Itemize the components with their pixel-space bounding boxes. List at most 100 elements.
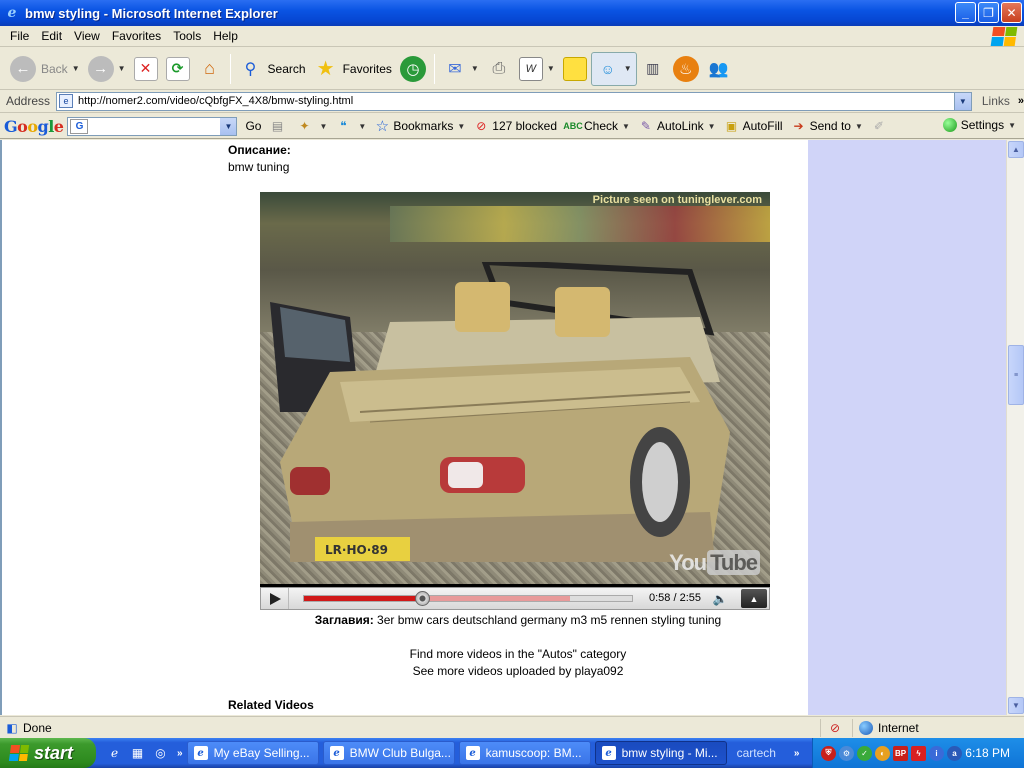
- messenger-button[interactable]: ☺ ▼: [590, 51, 637, 86]
- minimize-button[interactable]: _: [955, 2, 976, 23]
- quicklaunch-browser-icon[interactable]: ◎: [152, 745, 169, 762]
- address-dropdown-icon[interactable]: ▼: [953, 92, 971, 110]
- maximize-button[interactable]: ❐: [978, 2, 999, 23]
- google-news-button[interactable]: ▤: [269, 118, 288, 134]
- video-frame[interactable]: LR·HO·89 Picture seen on tuninglever.com…: [260, 192, 770, 584]
- links-label[interactable]: Links: [982, 94, 1010, 108]
- check-dropdown-icon[interactable]: ▼: [622, 122, 630, 131]
- menu-help[interactable]: Help: [207, 27, 244, 45]
- search-button[interactable]: ⚲ Search: [235, 52, 310, 86]
- tray-bp-icon[interactable]: BP: [893, 745, 908, 761]
- taskbar-item-bmw-styling[interactable]: e bmw styling - Mi...: [594, 741, 727, 765]
- scrollbar-thumb[interactable]: ≡: [1008, 345, 1024, 405]
- zone-label: Internet: [878, 720, 919, 735]
- mail-button[interactable]: ✉ ▼: [439, 52, 483, 86]
- taskbar-toolbar-label[interactable]: cartech: [737, 746, 776, 760]
- title-bar[interactable]: e bmw styling - Microsoft Internet Explo…: [0, 0, 1024, 26]
- google-settings-button[interactable]: Settings ▼: [942, 118, 1016, 132]
- google-search-input[interactable]: G ▼: [67, 116, 238, 136]
- video-progress-bar[interactable]: [303, 591, 633, 606]
- tray-network-icon[interactable]: ⚙: [839, 745, 854, 761]
- blocked-count: 127 blocked: [492, 119, 557, 133]
- tray-messenger-icon[interactable]: a: [947, 745, 962, 761]
- research-button[interactable]: ▥: [637, 52, 669, 86]
- tray-check-icon[interactable]: ✓: [857, 745, 872, 761]
- stop-button[interactable]: ✕: [130, 52, 162, 86]
- more-user-link[interactable]: See more videos uploaded by playa092: [228, 664, 808, 678]
- mail-dropdown-icon[interactable]: ▼: [471, 64, 479, 73]
- autolink-dropdown-icon[interactable]: ▼: [708, 122, 716, 131]
- privacy-segment[interactable]: ⊘: [820, 718, 852, 737]
- google-chat-button[interactable]: ❝ ▼: [335, 118, 366, 134]
- quicklaunch-chevron-icon[interactable]: »: [177, 748, 183, 759]
- video-progress-played: [304, 596, 423, 601]
- forward-button[interactable]: → ▼: [84, 52, 130, 86]
- back-dropdown-icon[interactable]: ▼: [72, 64, 80, 73]
- notes-button[interactable]: [559, 52, 591, 86]
- autofill-button[interactable]: ▣ AutoFill: [724, 118, 783, 134]
- menu-edit[interactable]: Edit: [35, 27, 68, 45]
- sendto-dropdown-icon[interactable]: ▼: [855, 122, 863, 131]
- expand-player-button[interactable]: ▲: [741, 589, 767, 608]
- security-zone[interactable]: Internet: [852, 718, 997, 737]
- google-search-dropdown-icon[interactable]: ▼: [220, 117, 237, 135]
- menu-file[interactable]: File: [4, 27, 35, 45]
- video-player[interactable]: LR·HO·89 Picture seen on tuninglever.com…: [260, 192, 770, 610]
- highlight-button[interactable]: ✐: [871, 118, 890, 134]
- description-value: bmw tuning: [228, 160, 290, 174]
- word-document-icon: W: [518, 56, 543, 81]
- vertical-scrollbar[interactable]: ▲ ≡ ▼: [1006, 140, 1024, 715]
- taskbar-item-ebay[interactable]: e My eBay Selling...: [186, 741, 319, 765]
- links-chevron-icon[interactable]: »: [1018, 95, 1024, 107]
- puzzle-dropdown-icon[interactable]: ▼: [319, 122, 327, 131]
- google-logo[interactable]: Google: [4, 117, 64, 136]
- more-category-link[interactable]: Find more videos in the "Autos" category: [228, 647, 808, 661]
- tray-info-icon[interactable]: i: [929, 745, 944, 761]
- google-puzzle-button[interactable]: ✦ ▼: [296, 118, 327, 134]
- autolink-button[interactable]: ✎ AutoLink ▼: [638, 118, 716, 134]
- taskbar-item-kamuscoop[interactable]: e kamuscoop: BM...: [458, 741, 591, 765]
- tray-flash-icon[interactable]: ϟ: [911, 745, 926, 761]
- chat-dropdown-icon[interactable]: ▼: [358, 122, 366, 131]
- edit-dropdown-icon[interactable]: ▼: [547, 64, 555, 73]
- google-go-button[interactable]: Go: [245, 119, 261, 133]
- refresh-button[interactable]: ⟳: [162, 52, 194, 86]
- close-button[interactable]: ✕: [1001, 2, 1022, 23]
- settings-dropdown-icon[interactable]: ▼: [1008, 121, 1016, 130]
- favorites-button[interactable]: ★ Favorites: [310, 52, 396, 86]
- edit-word-button[interactable]: W ▼: [515, 52, 559, 86]
- start-label: start: [34, 742, 74, 763]
- quicklaunch-media-icon[interactable]: ▦: [129, 745, 146, 762]
- history-button[interactable]: ◷: [396, 52, 430, 86]
- taskbar-toolbar-chevron-icon[interactable]: »: [794, 748, 800, 759]
- menu-view[interactable]: View: [68, 27, 106, 45]
- print-button[interactable]: ⎙: [483, 52, 515, 86]
- menu-tools[interactable]: Tools: [167, 27, 207, 45]
- popup-blocker-button[interactable]: ⊘ 127 blocked: [473, 118, 557, 134]
- tray-orange-icon[interactable]: ◐: [875, 745, 890, 761]
- sendto-button[interactable]: ➔ Send to ▼: [791, 118, 863, 134]
- spellcheck-button[interactable]: ABC Check ▼: [563, 118, 630, 134]
- bookmarks-dropdown-icon[interactable]: ▼: [457, 122, 465, 131]
- contacts-button[interactable]: 👥: [703, 52, 735, 86]
- tray-antivirus-icon[interactable]: ⛨: [821, 745, 836, 761]
- addon-button[interactable]: ♨: [669, 52, 703, 86]
- youtube-logo-tube: Tube: [707, 550, 760, 575]
- quicklaunch-ie-icon[interactable]: ℯ: [106, 745, 123, 762]
- taskbar-item-bmw-club[interactable]: e BMW Club Bulga...: [322, 741, 455, 765]
- forward-dropdown-icon[interactable]: ▼: [118, 64, 126, 73]
- address-input[interactable]: e http://nomer2.com/video/cQbfgFX_4X8/bm…: [56, 91, 972, 111]
- back-button[interactable]: ← Back ▼: [6, 52, 84, 86]
- messenger-dropdown-icon[interactable]: ▼: [624, 64, 632, 73]
- play-button[interactable]: [261, 588, 289, 609]
- volume-speaker-icon[interactable]: 🔈: [709, 590, 731, 608]
- video-scrubber-handle[interactable]: [415, 591, 431, 606]
- scroll-up-button[interactable]: ▲: [1008, 141, 1024, 158]
- start-button[interactable]: start: [0, 738, 96, 768]
- status-done-area: ◧ Done: [0, 720, 820, 736]
- home-button[interactable]: ⌂: [194, 52, 226, 86]
- google-bookmarks-button[interactable]: ☆ Bookmarks ▼: [374, 118, 466, 135]
- svg-text:LR·HO·89: LR·HO·89: [325, 543, 388, 557]
- scroll-down-button[interactable]: ▼: [1008, 697, 1024, 714]
- menu-favorites[interactable]: Favorites: [106, 27, 167, 45]
